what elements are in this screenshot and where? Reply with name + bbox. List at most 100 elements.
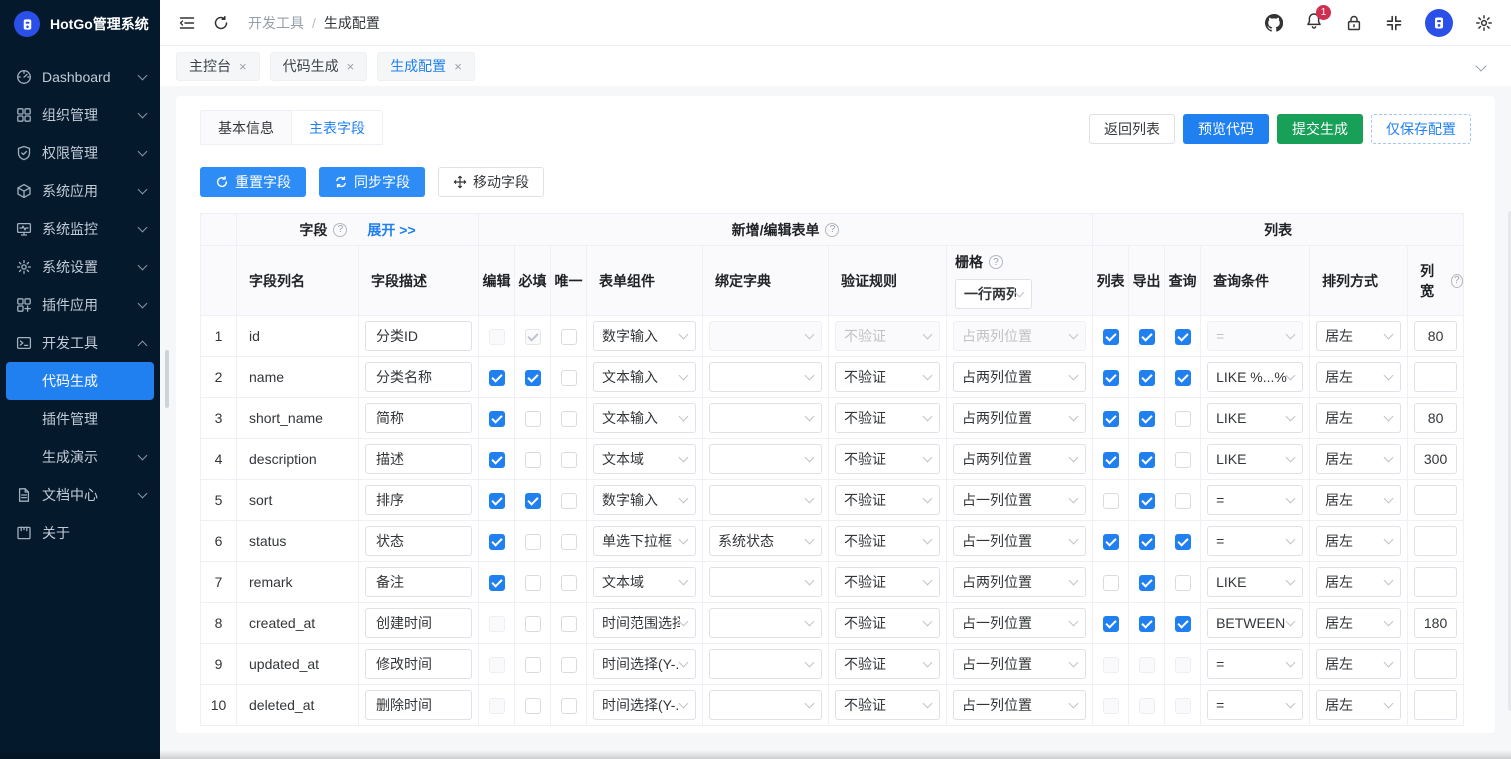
unique-checkbox[interactable] bbox=[560, 697, 577, 714]
export-checkbox[interactable] bbox=[1138, 615, 1155, 632]
column-width-input[interactable]: 180 bbox=[1414, 608, 1458, 638]
edit-checkbox[interactable] bbox=[488, 451, 505, 468]
move-fields-button[interactable]: 移动字段 bbox=[438, 167, 544, 197]
edit-checkbox[interactable] bbox=[488, 369, 505, 386]
query-condition-select[interactable]: LIKE bbox=[1207, 444, 1304, 474]
field-desc-input[interactable]: 修改时间 bbox=[365, 649, 472, 679]
breadcrumb-parent[interactable]: 开发工具 bbox=[248, 13, 304, 33]
unique-checkbox[interactable] bbox=[560, 369, 577, 386]
tab-dashboard[interactable]: 主控台 × bbox=[176, 51, 260, 81]
query-checkbox[interactable] bbox=[1174, 328, 1191, 345]
column-width-input[interactable]: 80 bbox=[1414, 403, 1458, 433]
list-checkbox[interactable] bbox=[1102, 697, 1119, 714]
form-widget-select[interactable]: 单选下拉框 bbox=[593, 526, 696, 556]
close-icon[interactable]: × bbox=[347, 60, 355, 73]
unique-checkbox[interactable] bbox=[560, 574, 577, 591]
export-checkbox[interactable] bbox=[1138, 533, 1155, 550]
query-checkbox[interactable] bbox=[1174, 369, 1191, 386]
field-desc-input[interactable]: 创建时间 bbox=[365, 608, 472, 638]
rule-select[interactable]: 不验证 bbox=[835, 608, 940, 638]
list-checkbox[interactable] bbox=[1102, 656, 1119, 673]
grid-select[interactable]: 占一列位置 bbox=[953, 485, 1087, 515]
logo[interactable]: HotGo管理系统 bbox=[0, 0, 160, 48]
reset-fields-button[interactable]: 重置字段 bbox=[200, 167, 306, 197]
edit-checkbox[interactable] bbox=[488, 697, 505, 714]
export-checkbox[interactable] bbox=[1138, 574, 1155, 591]
sidebar-item-关于[interactable]: 关于 bbox=[0, 514, 160, 552]
close-icon[interactable]: × bbox=[454, 60, 462, 73]
expand-link[interactable]: 展开 >> bbox=[367, 220, 415, 240]
tabs-chevron-down-icon[interactable] bbox=[1475, 60, 1487, 72]
sidebar-item-系统设置[interactable]: 系统设置 bbox=[0, 248, 160, 286]
field-desc-input[interactable]: 描述 bbox=[365, 444, 472, 474]
list-checkbox[interactable] bbox=[1102, 492, 1119, 509]
grid-select[interactable]: 占一列位置 bbox=[953, 526, 1087, 556]
query-checkbox[interactable] bbox=[1174, 492, 1191, 509]
column-width-input[interactable]: 80 bbox=[1414, 321, 1458, 351]
export-checkbox[interactable] bbox=[1138, 328, 1155, 345]
dict-select[interactable] bbox=[709, 485, 822, 515]
column-width-input[interactable] bbox=[1414, 649, 1458, 679]
submit-generate-button[interactable]: 提交生成 bbox=[1277, 114, 1363, 144]
column-width-input[interactable] bbox=[1414, 567, 1458, 597]
back-to-list-button[interactable]: 返回列表 bbox=[1089, 114, 1175, 144]
edit-checkbox[interactable] bbox=[488, 615, 505, 632]
rule-select[interactable]: 不验证 bbox=[835, 403, 940, 433]
column-width-input[interactable] bbox=[1414, 526, 1458, 556]
field-desc-input[interactable]: 简称 bbox=[365, 403, 472, 433]
sidebar-item-系统监控[interactable]: 系统监控 bbox=[0, 210, 160, 248]
collapse-sidebar-icon[interactable] bbox=[178, 14, 196, 32]
form-widget-select[interactable]: 文本域 bbox=[593, 567, 696, 597]
sidebar-item-Dashboard[interactable]: Dashboard bbox=[0, 58, 160, 96]
column-width-input[interactable]: 300 bbox=[1414, 444, 1458, 474]
form-widget-select[interactable]: 时间范围选择 bbox=[593, 608, 696, 638]
align-select[interactable]: 居左 bbox=[1316, 403, 1402, 433]
sidebar-scrollbar[interactable] bbox=[165, 350, 169, 408]
rule-select[interactable]: 不验证 bbox=[835, 485, 940, 515]
tab-code-generation[interactable]: 代码生成 × bbox=[269, 51, 368, 81]
edit-checkbox[interactable] bbox=[488, 656, 505, 673]
query-condition-select[interactable]: = bbox=[1207, 321, 1304, 351]
export-checkbox[interactable] bbox=[1138, 697, 1155, 714]
field-desc-input[interactable]: 排序 bbox=[365, 485, 472, 515]
notification-bell[interactable]: 1 bbox=[1305, 5, 1331, 33]
align-select[interactable]: 居左 bbox=[1316, 567, 1402, 597]
query-condition-select[interactable]: LIKE bbox=[1207, 567, 1304, 597]
export-checkbox[interactable] bbox=[1138, 451, 1155, 468]
required-checkbox[interactable] bbox=[524, 697, 541, 714]
edit-checkbox[interactable] bbox=[488, 410, 505, 427]
query-checkbox[interactable] bbox=[1174, 697, 1191, 714]
help-icon[interactable] bbox=[989, 255, 1003, 269]
dict-select[interactable] bbox=[709, 608, 822, 638]
edit-checkbox[interactable] bbox=[488, 574, 505, 591]
grid-layout-select[interactable]: 一行两列 bbox=[955, 279, 1032, 309]
query-checkbox[interactable] bbox=[1174, 451, 1191, 468]
field-desc-input[interactable]: 状态 bbox=[365, 526, 472, 556]
sync-fields-button[interactable]: 同步字段 bbox=[319, 167, 425, 197]
fullscreen-icon[interactable] bbox=[1385, 14, 1403, 32]
sidebar-item-插件应用[interactable]: 插件应用 bbox=[0, 286, 160, 324]
form-widget-select[interactable]: 时间选择(Y-... bbox=[593, 649, 696, 679]
query-condition-select[interactable]: = bbox=[1207, 526, 1304, 556]
dict-select[interactable] bbox=[709, 362, 822, 392]
tab-main-fields[interactable]: 主表字段 bbox=[291, 110, 383, 145]
list-checkbox[interactable] bbox=[1102, 574, 1119, 591]
form-widget-select[interactable]: 数字输入 bbox=[593, 321, 696, 351]
unique-checkbox[interactable] bbox=[560, 615, 577, 632]
sidebar-item-组织管理[interactable]: 组织管理 bbox=[0, 96, 160, 134]
align-select[interactable]: 居左 bbox=[1316, 485, 1402, 515]
tab-generation-config[interactable]: 生成配置 × bbox=[377, 51, 475, 81]
query-condition-select[interactable]: BETWEEN bbox=[1207, 608, 1304, 638]
edit-checkbox[interactable] bbox=[488, 328, 505, 345]
unique-checkbox[interactable] bbox=[560, 492, 577, 509]
tab-basic-info[interactable]: 基本信息 bbox=[200, 110, 291, 145]
align-select[interactable]: 居左 bbox=[1316, 444, 1402, 474]
sidebar-item-代码生成[interactable]: 代码生成 bbox=[6, 362, 154, 400]
query-condition-select[interactable]: LIKE bbox=[1207, 403, 1304, 433]
dict-select[interactable]: 系统状态 bbox=[709, 526, 822, 556]
query-checkbox[interactable] bbox=[1174, 533, 1191, 550]
list-checkbox[interactable] bbox=[1102, 615, 1119, 632]
list-checkbox[interactable] bbox=[1102, 533, 1119, 550]
export-checkbox[interactable] bbox=[1138, 656, 1155, 673]
form-widget-select[interactable]: 文本输入 bbox=[593, 362, 696, 392]
